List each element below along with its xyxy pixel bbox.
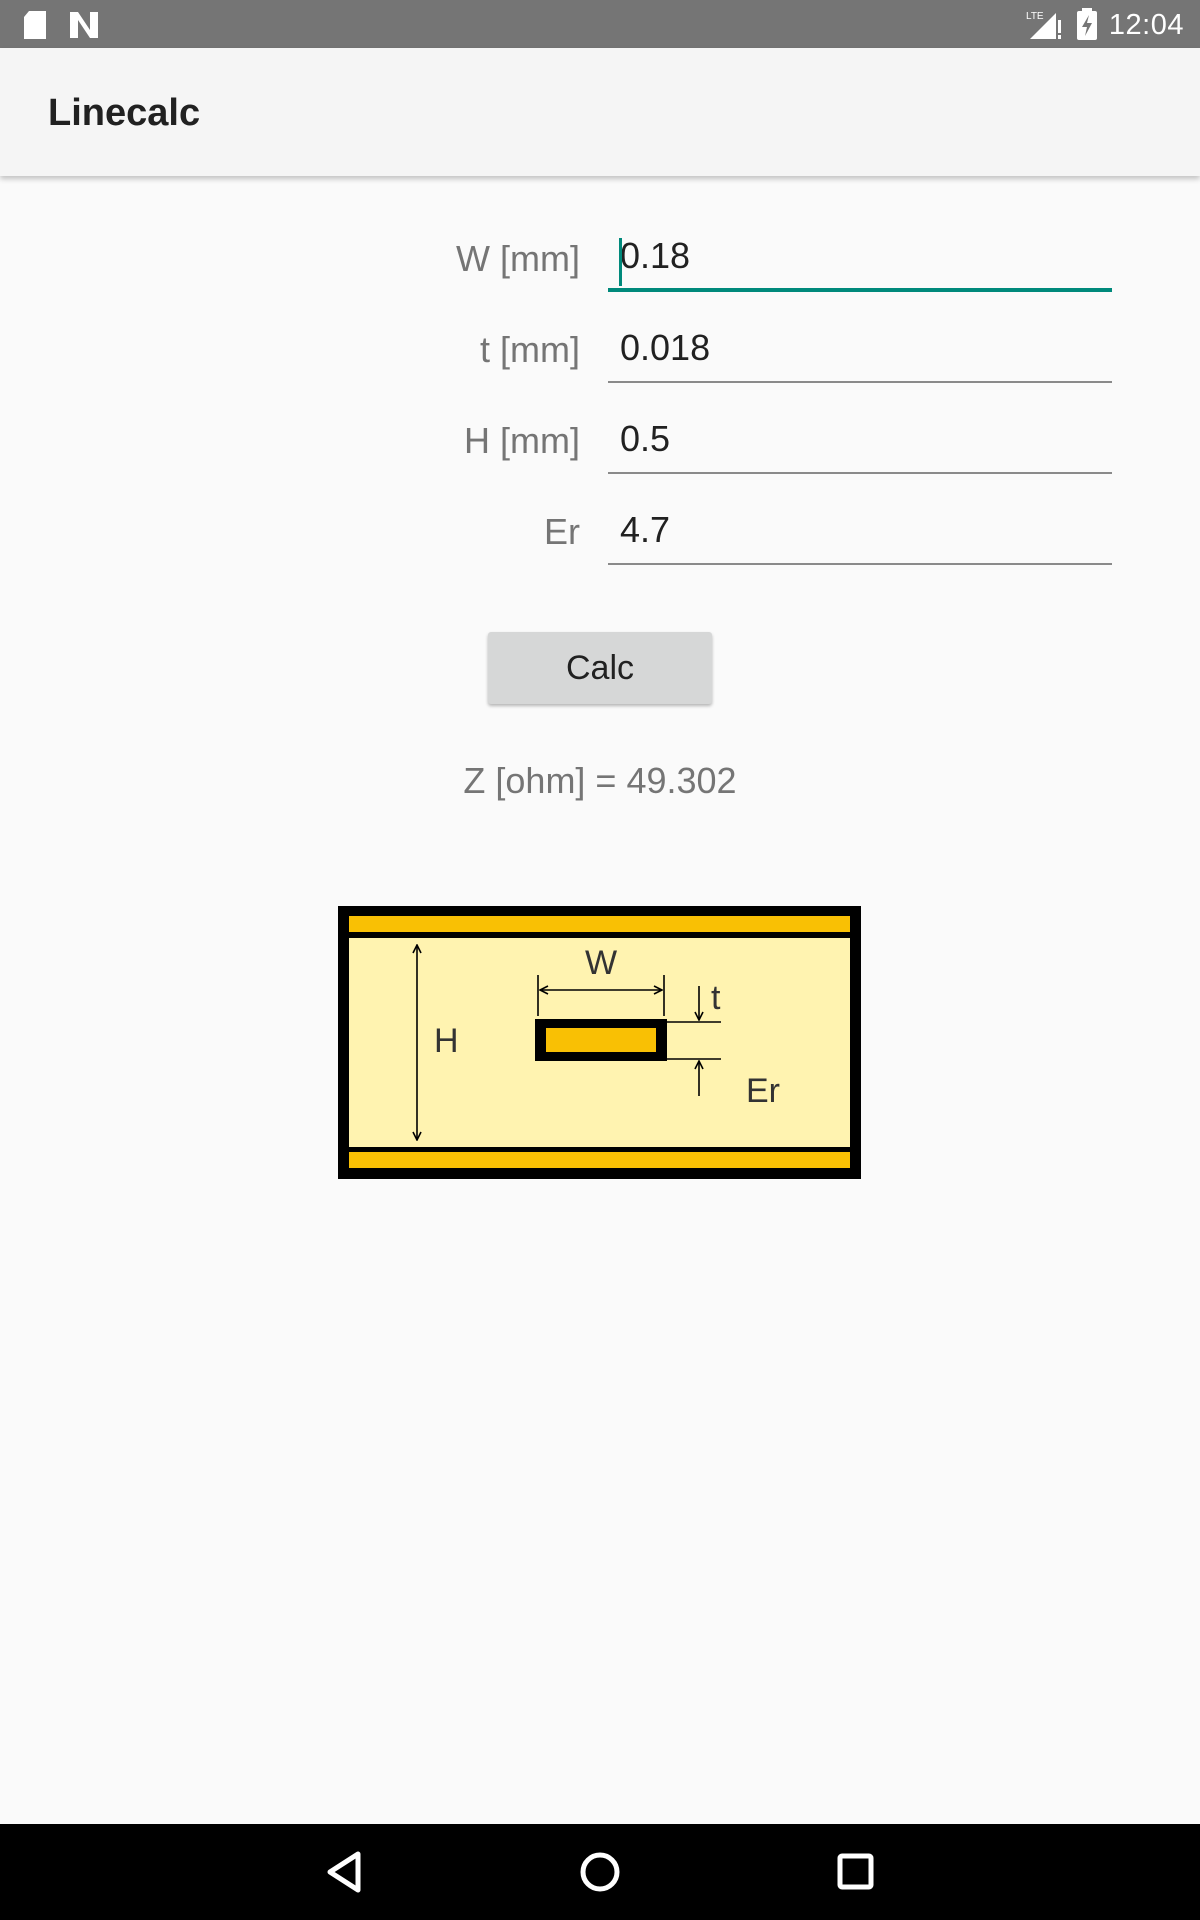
screen: LTE 12:04 Linecalc W [mm] t [mm] H [mm] <box>0 0 1200 1920</box>
home-icon[interactable] <box>570 1842 630 1902</box>
h-input[interactable] <box>608 412 1112 474</box>
diagram-t-label: t <box>711 979 721 1017</box>
w-input[interactable] <box>608 230 1112 292</box>
diagram-h-label: H <box>434 1022 459 1060</box>
diagram-er-label: Er <box>746 1072 780 1110</box>
form-row-er: Er <box>0 503 1200 573</box>
battery-charging-icon <box>1076 8 1098 45</box>
navigation-bar <box>0 1824 1200 1920</box>
er-input[interactable] <box>608 503 1112 565</box>
diagram-w-label: W <box>585 944 617 982</box>
lte-label: LTE <box>1026 11 1044 22</box>
text-cursor <box>619 238 622 286</box>
stripline-diagram: H W t Er <box>338 906 861 1179</box>
form-row-h: H [mm] <box>0 412 1200 482</box>
app-bar: Linecalc <box>0 48 1200 176</box>
status-time: 12:04 <box>1108 9 1184 41</box>
impedance-result: Z [ohm] = 49.302 <box>463 760 737 801</box>
h-label: H [mm] <box>464 420 580 461</box>
app-title: Linecalc <box>48 92 201 134</box>
calc-button[interactable]: Calc <box>488 632 712 704</box>
form-row-t: t [mm] <box>0 321 1200 391</box>
t-label: t [mm] <box>480 329 580 370</box>
n-notification-icon <box>68 10 100 45</box>
t-input[interactable] <box>608 321 1112 383</box>
recents-icon[interactable] <box>826 1842 886 1902</box>
status-bar: LTE 12:04 <box>0 0 1200 48</box>
form-row-w: W [mm] <box>0 230 1200 300</box>
lte-signal-icon: LTE <box>1026 8 1064 45</box>
back-icon[interactable] <box>314 1842 374 1902</box>
w-label: W [mm] <box>456 238 580 279</box>
sd-card-icon <box>22 10 48 45</box>
er-label: Er <box>544 511 580 552</box>
